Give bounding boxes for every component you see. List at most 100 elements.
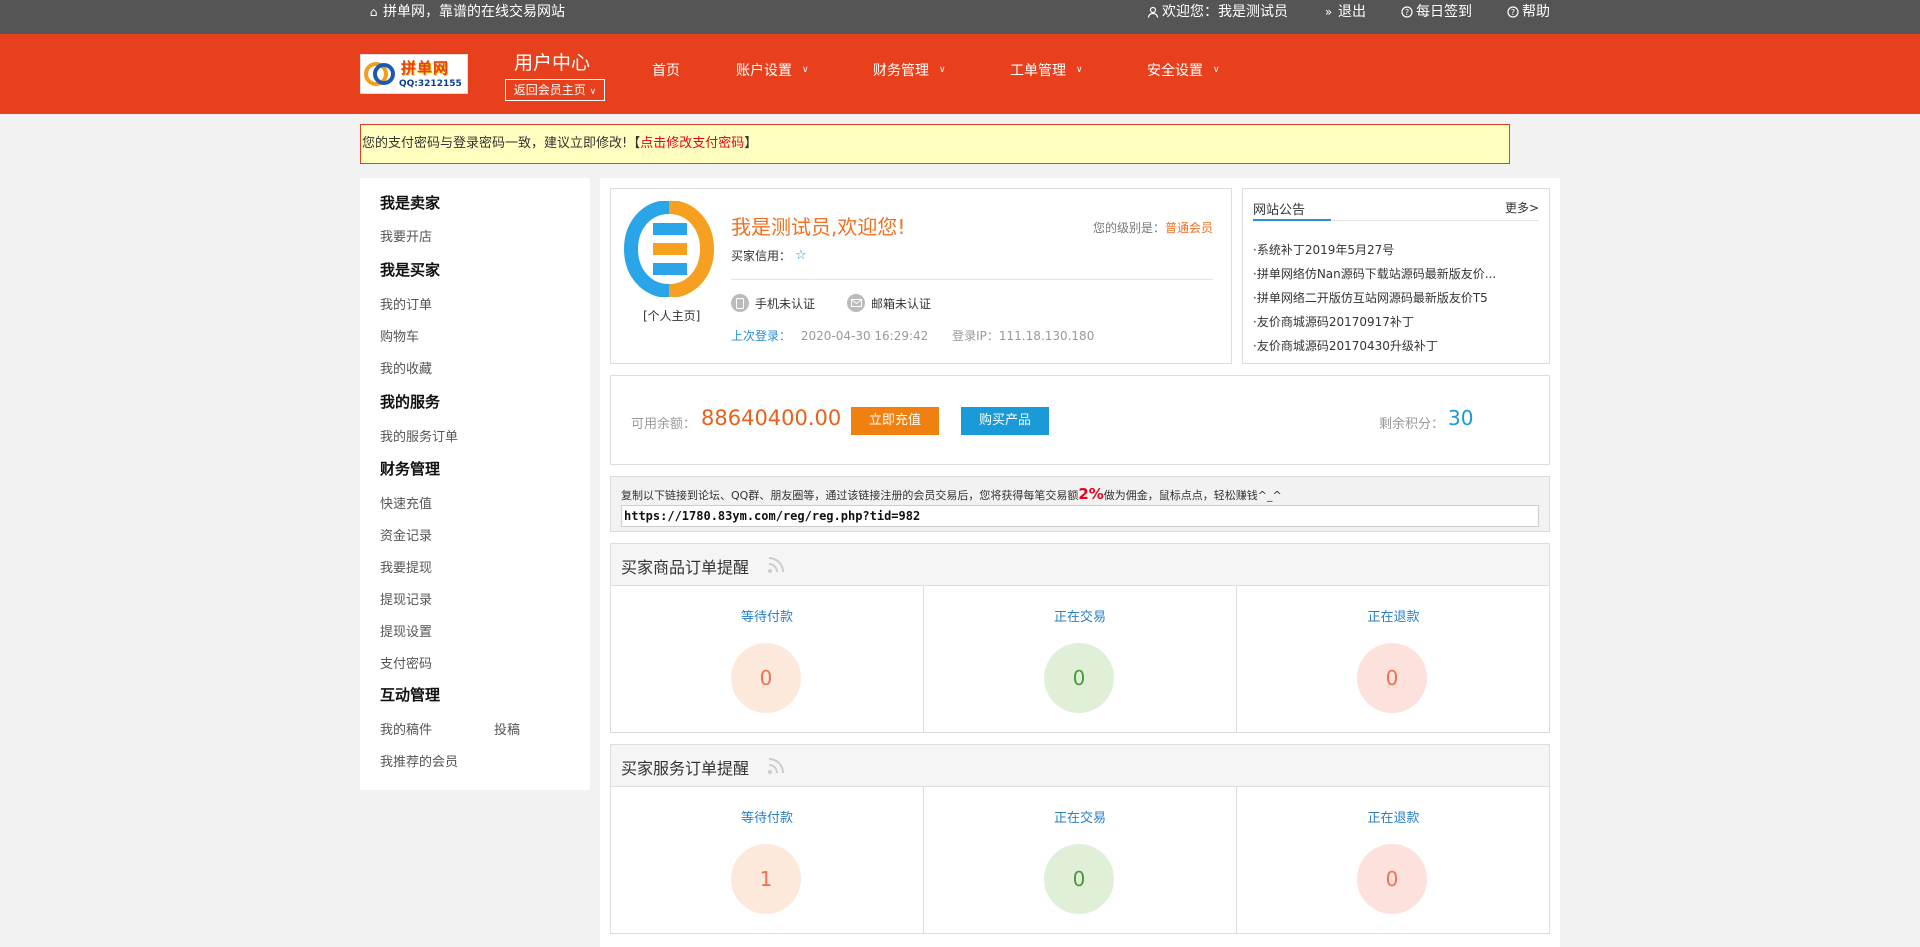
- member-level-label: 您的级别是：: [1092, 221, 1165, 235]
- phone-auth-status[interactable]: 手机未认证: [731, 294, 815, 312]
- nav-item-security[interactable]: 安全设置 ∨: [1147, 60, 1284, 80]
- sidebar-item-service-orders[interactable]: 我的服务订单: [380, 426, 458, 445]
- rss-icon: [768, 758, 784, 774]
- sidebar-section-finance: 财务管理: [380, 460, 441, 478]
- sidebar-section-interaction: 互动管理: [380, 686, 441, 704]
- notice-item[interactable]: ·系统补丁2019年5月27号: [1253, 241, 1543, 258]
- notice-more-link[interactable]: 更多>: [1505, 199, 1539, 216]
- service-order-pending-payment[interactable]: 等待付款 1: [611, 787, 924, 933]
- nav-item-account-settings[interactable]: 账户设置 ∨: [736, 60, 873, 80]
- checkin-label: 每日签到: [1416, 4, 1472, 20]
- nav-item-home[interactable]: 首页: [652, 60, 736, 80]
- referral-box: 复制以下链接到论坛、QQ群、朋友圈等，通过该链接注册的会员交易后，您将获得每笔交…: [610, 476, 1550, 532]
- goods-order-in-trade[interactable]: 正在交易 0: [924, 586, 1237, 732]
- rss-icon: [768, 557, 784, 573]
- profile-card: [个人主页] 我是测试员,欢迎您! 您的级别是：普通会员 买家信用： ☆ 手机未…: [610, 188, 1232, 364]
- nav-item-finance[interactable]: 财务管理 ∨: [873, 60, 1010, 80]
- sidebar-item-my-manuscripts[interactable]: 我的稿件: [380, 719, 432, 738]
- back-to-home-label: 返回会员主页: [513, 83, 586, 97]
- payment-password-warning: 您的支付密码与登录密码一致，建议立即修改!【点击修改支付密码】: [360, 124, 1510, 164]
- goods-orders-panel: 买家商品订单提醒 等待付款 0 正在交易 0 正在退款 0: [610, 543, 1550, 733]
- email-auth-label: 邮箱未认证: [871, 296, 932, 311]
- notice-header: 网站公告 更多>: [1253, 199, 1539, 221]
- goods-order-refunding[interactable]: 正在退款 0: [1237, 586, 1550, 732]
- order-status-label: 等待付款: [740, 811, 793, 826]
- sidebar-section-services: 我的服务: [380, 393, 441, 411]
- balance-card: 可用余额： 88640400.00 立即充值 购买产品 剩余积分： 30: [610, 375, 1550, 465]
- sidebar-item-cart[interactable]: 购物车: [380, 326, 419, 345]
- service-orders-title: 买家服务订单提醒: [621, 759, 750, 778]
- home-icon: ⌂: [369, 4, 378, 19]
- goods-orders-header: 买家商品订单提醒: [611, 544, 1549, 586]
- notice-item[interactable]: ·拼单网络二开版仿互站网源码最新版友价T5: [1253, 289, 1543, 306]
- sidebar-item-withdraw-records[interactable]: 提现记录: [380, 589, 432, 608]
- sidebar-item-withdraw[interactable]: 我要提现: [380, 557, 432, 576]
- sidebar: 我是卖家 我要开店 我是买家 我的订单 购物车 我的收藏 我的服务 我的服务订单…: [360, 178, 590, 790]
- question-circle-icon: ?: [1506, 5, 1519, 19]
- logout-label: 退出: [1338, 4, 1366, 20]
- nav-item-tickets[interactable]: 工单管理 ∨: [1010, 60, 1147, 80]
- logo-mark-icon: [364, 62, 395, 86]
- site-notice-card: 网站公告 更多> ·系统补丁2019年5月27号 ·拼单网络仿Nan源码下载站源…: [1242, 188, 1550, 364]
- site-slogan-area: ⌂ 拼单网，靠谱的在线交易网站: [367, 0, 565, 24]
- chevron-down-icon: ∨: [1076, 65, 1083, 75]
- change-payment-password-link[interactable]: 点击修改支付密码: [640, 136, 744, 151]
- order-status-label: 正在退款: [1367, 610, 1420, 625]
- question-circle-icon: ?: [1400, 5, 1413, 19]
- nav-label: 安全设置: [1147, 63, 1203, 79]
- welcome-user[interactable]: 欢迎您：我是测试员: [1146, 0, 1288, 24]
- sidebar-item-quick-recharge[interactable]: 快速充值: [380, 493, 432, 512]
- sidebar-section-buyer: 我是买家: [380, 261, 441, 279]
- logout-link[interactable]: » 退出: [1322, 0, 1366, 24]
- sidebar-item-withdraw-settings[interactable]: 提现设置: [380, 621, 432, 640]
- buyer-credit-label: 买家信用：: [731, 249, 792, 263]
- sidebar-item-fund-records[interactable]: 资金记录: [380, 525, 432, 544]
- svg-text:?: ?: [1510, 8, 1514, 17]
- profile-welcome: 我是测试员,欢迎您!: [731, 215, 906, 239]
- phone-icon: [731, 294, 749, 312]
- svg-text:?: ?: [1404, 8, 1408, 17]
- notice-item[interactable]: ·拼单网络仿Nan源码下载站源码最新版友价...: [1253, 265, 1543, 282]
- sidebar-item-referred-members[interactable]: 我推荐的会员: [380, 751, 458, 770]
- notice-title: 网站公告: [1253, 203, 1306, 218]
- login-ip: 登录IP：111.18.130.180: [952, 329, 1095, 343]
- sidebar-item-open-shop[interactable]: 我要开店: [380, 226, 432, 245]
- sidebar-item-submit[interactable]: 投稿: [494, 719, 520, 738]
- order-status-label: 等待付款: [740, 610, 793, 625]
- last-login-time: 2020-04-30 16:29:42: [800, 329, 929, 343]
- back-to-home-button[interactable]: 返回会员主页 ∨: [505, 79, 605, 101]
- avatar[interactable]: [623, 201, 715, 297]
- service-orders-panel: 买家服务订单提醒 等待付款 1 正在交易 0 正在退款 0: [610, 744, 1550, 934]
- sidebar-item-my-orders[interactable]: 我的订单: [380, 294, 432, 313]
- service-order-refunding[interactable]: 正在退款 0: [1237, 787, 1550, 933]
- top-bar: ⌂ 拼单网，靠谱的在线交易网站 欢迎您：我是测试员 » 退出 ? 每日签到 ? …: [0, 0, 1920, 34]
- sidebar-item-favorites[interactable]: 我的收藏: [380, 358, 432, 377]
- help-link[interactable]: ? 帮助: [1506, 0, 1550, 24]
- chevron-down-icon: ∨: [802, 65, 809, 75]
- checkin-link[interactable]: ? 每日签到: [1400, 0, 1472, 24]
- personal-home-link[interactable]: [个人主页]: [643, 307, 700, 324]
- notice-item[interactable]: ·友价商城源码20170917补丁: [1253, 313, 1543, 330]
- last-login-label: 上次登录：: [731, 329, 792, 343]
- order-count: 0: [1357, 844, 1427, 914]
- recharge-button[interactable]: 立即充值: [851, 407, 939, 435]
- buyer-credit: 买家信用： ☆: [731, 247, 807, 264]
- warning-text: 您的支付密码与登录密码一致，建议立即修改!【: [362, 136, 641, 151]
- help-label: 帮助: [1522, 4, 1550, 20]
- service-order-in-trade[interactable]: 正在交易 0: [924, 787, 1237, 933]
- referral-percent: 2%: [1078, 485, 1104, 503]
- site-logo[interactable]: 拼单网 QQ:3212155: [360, 54, 468, 94]
- notice-title-underline: [1253, 219, 1331, 221]
- goods-order-pending-payment[interactable]: 等待付款 0: [611, 586, 924, 732]
- buy-product-button[interactable]: 购买产品: [961, 407, 1049, 435]
- main-nav: 首页 账户设置 ∨ 财务管理 ∨ 工单管理 ∨ 安全设置 ∨: [652, 60, 1284, 80]
- email-auth-status[interactable]: 邮箱未认证: [847, 294, 931, 312]
- sidebar-item-payment-password[interactable]: 支付密码: [380, 653, 432, 672]
- order-count: 0: [1044, 643, 1114, 713]
- referral-url-field[interactable]: https://1780.83ym.com/reg/reg.php?tid=98…: [621, 505, 1539, 527]
- phone-auth-label: 手机未认证: [755, 296, 816, 311]
- notice-item[interactable]: ·友价商城源码20170430升级补丁: [1253, 337, 1543, 354]
- warning-suffix: 】: [744, 136, 758, 151]
- member-level-value[interactable]: 普通会员: [1165, 221, 1213, 235]
- order-count: 0: [1044, 844, 1114, 914]
